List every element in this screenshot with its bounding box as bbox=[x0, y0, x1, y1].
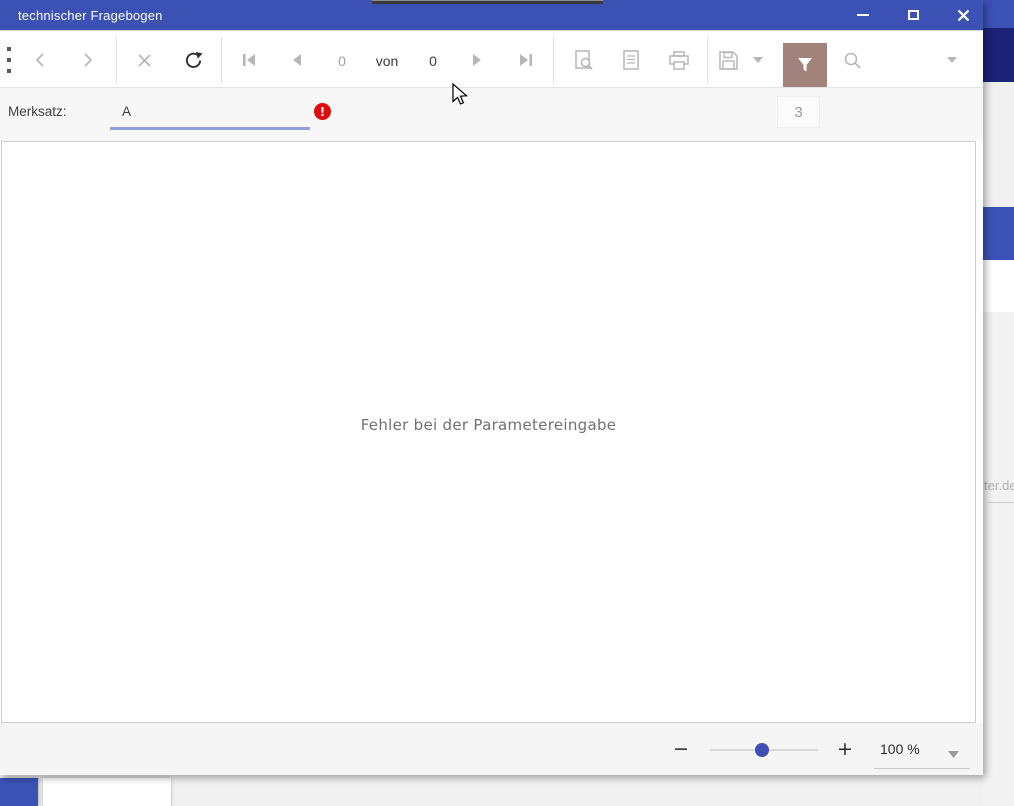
search-dropdown-button[interactable] bbox=[940, 48, 964, 72]
print-preview-icon bbox=[574, 50, 593, 70]
zoom-bar: − + 100 % bbox=[0, 723, 983, 775]
window-title: technischer Fragebogen bbox=[18, 7, 163, 23]
validation-error-icon: ! bbox=[314, 103, 331, 120]
grip-icon[interactable] bbox=[4, 47, 14, 73]
previous-page-icon bbox=[293, 54, 301, 66]
zoom-out-button[interactable]: − bbox=[669, 736, 693, 762]
back-window-header-band bbox=[983, 28, 1014, 82]
print-icon bbox=[669, 50, 689, 70]
report-area: Fehler bei der Parametereingabe bbox=[1, 141, 976, 723]
toolbar-separator bbox=[553, 37, 554, 83]
close-button[interactable] bbox=[955, 7, 971, 23]
overlapping-window-edge bbox=[372, 0, 603, 4]
last-page-icon bbox=[519, 54, 532, 66]
screen: ter.de technischer Fragebogen 0 von 0 Me… bbox=[0, 0, 1014, 806]
zoom-level-value[interactable]: 100 % bbox=[880, 741, 920, 757]
print-preview-button[interactable] bbox=[571, 48, 595, 72]
window-controls bbox=[855, 0, 971, 30]
save-export-button[interactable] bbox=[716, 48, 740, 72]
parameter-label: Merksatz: bbox=[8, 104, 67, 119]
cancel-button[interactable] bbox=[132, 48, 156, 72]
parameter-row: Merksatz: A ! 3 bbox=[0, 88, 983, 141]
back-window-strip bbox=[983, 82, 1014, 207]
last-page-button[interactable] bbox=[513, 48, 537, 72]
forward-button[interactable] bbox=[76, 48, 100, 72]
cancel-icon bbox=[137, 53, 151, 67]
page-of-label: von bbox=[375, 53, 399, 69]
minimize-button[interactable] bbox=[855, 7, 871, 23]
back-window-white-band bbox=[983, 260, 1014, 312]
save-export-icon bbox=[718, 50, 738, 70]
zoom-dropdown-underline bbox=[874, 768, 970, 769]
back-window-body bbox=[983, 312, 1014, 806]
back-window-partial-text: ter.de bbox=[984, 478, 1014, 493]
forward-icon bbox=[84, 53, 93, 67]
search-input[interactable] bbox=[840, 48, 864, 72]
previous-page-button[interactable] bbox=[285, 48, 309, 72]
refresh-button[interactable] bbox=[181, 48, 205, 72]
input-underline bbox=[110, 127, 310, 130]
filter-icon bbox=[798, 58, 812, 72]
next-page-button[interactable] bbox=[465, 48, 489, 72]
zoom-in-button[interactable]: + bbox=[833, 736, 857, 762]
next-page-icon bbox=[473, 54, 481, 66]
first-page-icon bbox=[242, 54, 255, 66]
back-window-titlebar bbox=[983, 0, 1014, 28]
refresh-icon bbox=[185, 51, 203, 68]
parameter-count-badge[interactable]: 3 bbox=[777, 96, 820, 128]
mouse-cursor bbox=[452, 83, 468, 105]
save-dropdown-button[interactable] bbox=[746, 48, 770, 72]
parameter-input[interactable]: A bbox=[110, 96, 310, 130]
zoom-slider-thumb[interactable] bbox=[755, 743, 769, 757]
first-page-button[interactable] bbox=[237, 48, 261, 72]
toolbar-separator bbox=[116, 37, 117, 83]
page-total: 0 bbox=[429, 53, 437, 69]
save-dropdown-icon bbox=[753, 57, 763, 63]
zoom-dropdown-button[interactable] bbox=[948, 745, 959, 763]
report-viewer-window: technischer Fragebogen 0 von 0 Merksatz:… bbox=[0, 0, 983, 775]
back-window-blue-band bbox=[983, 207, 1014, 260]
chevron-down-icon bbox=[948, 751, 959, 758]
maximize-icon bbox=[907, 10, 919, 20]
report-error-message: Fehler bei der Parametereingabe bbox=[360, 416, 617, 434]
page-setup-icon bbox=[623, 50, 639, 70]
search-dropdown-icon bbox=[947, 57, 957, 63]
search-icon bbox=[844, 52, 861, 69]
back-window-field-underline bbox=[988, 502, 1014, 503]
page-setup-button[interactable] bbox=[619, 48, 643, 72]
parameter-value: A bbox=[122, 104, 132, 119]
filter-toggle-button[interactable] bbox=[783, 43, 827, 87]
toolbar-separator bbox=[707, 37, 708, 83]
back-window-tab[interactable] bbox=[43, 778, 171, 806]
toolbar: 0 von 0 bbox=[0, 30, 983, 88]
close-icon bbox=[957, 9, 969, 21]
back-window-blue-tile bbox=[0, 778, 38, 806]
titlebar: technischer Fragebogen bbox=[0, 0, 983, 30]
page-current-input[interactable]: 0 bbox=[327, 53, 357, 69]
back-button[interactable] bbox=[28, 48, 52, 72]
maximize-button[interactable] bbox=[905, 7, 921, 23]
minimize-icon bbox=[857, 14, 869, 16]
toolbar-separator bbox=[221, 37, 222, 83]
print-button[interactable] bbox=[667, 48, 691, 72]
back-icon bbox=[35, 53, 44, 67]
